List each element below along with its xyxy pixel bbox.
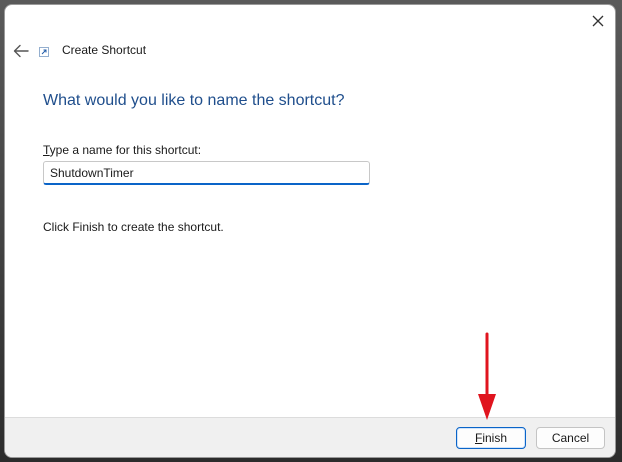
label-accelerator: T <box>43 143 50 157</box>
close-button[interactable] <box>583 7 613 35</box>
close-icon <box>592 15 604 27</box>
finish-accelerator: F <box>474 431 483 445</box>
name-field-label: Type a name for this shortcut: <box>43 143 201 157</box>
dialog-header: Create Shortcut <box>5 37 615 65</box>
finish-label: inish <box>482 431 508 445</box>
cancel-button[interactable]: Cancel <box>536 427 605 449</box>
label-text: ype a name for this shortcut: <box>49 143 202 157</box>
page-heading: What would you like to name the shortcut… <box>43 92 345 109</box>
back-button[interactable] <box>9 41 33 61</box>
dialog-title: Create Shortcut <box>62 43 147 57</box>
shortcut-name-input[interactable] <box>43 161 370 185</box>
dialog-footer: Finish Cancel <box>5 417 615 457</box>
instruction-text: Click Finish to create the shortcut. <box>43 220 224 234</box>
shortcut-icon <box>39 47 49 57</box>
back-arrow-icon <box>13 44 29 58</box>
create-shortcut-dialog: Create Shortcut What would you like to n… <box>4 4 616 458</box>
finish-button[interactable]: Finish <box>456 427 526 449</box>
